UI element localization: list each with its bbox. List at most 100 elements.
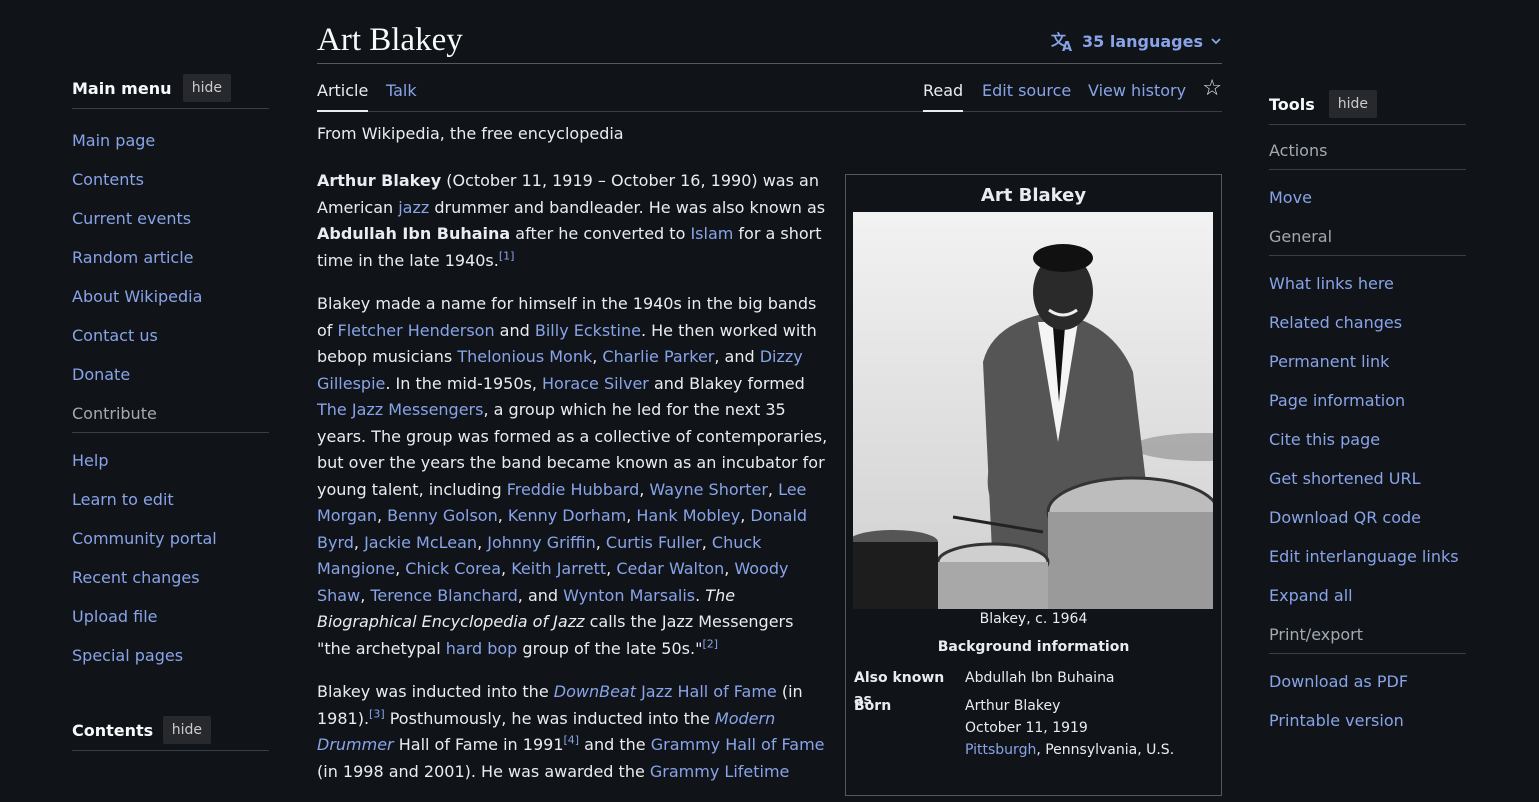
ref-2[interactable]: [2]	[702, 637, 718, 650]
contents-hide-button[interactable]: hide	[162, 716, 211, 744]
sidebar-item-contents[interactable]: Contents	[72, 160, 269, 199]
tab-view-history[interactable]: View history	[1088, 78, 1186, 110]
link-hard-bop[interactable]: hard bop	[446, 639, 518, 658]
sidebar-group-contribute: Contribute	[72, 396, 269, 433]
link-jazz-messengers[interactable]: The Jazz Messengers	[317, 400, 483, 419]
sidebar-item-learn-to-edit[interactable]: Learn to edit	[72, 480, 269, 519]
tools-item-what-links-here[interactable]: What links here	[1269, 264, 1466, 303]
sidebar-item-contact[interactable]: Contact us	[72, 316, 269, 355]
watch-star-icon[interactable]: ☆	[1202, 76, 1222, 101]
infobox-title: Art Blakey	[980, 185, 1087, 206]
sidebar-item-upload-file[interactable]: Upload file	[72, 597, 269, 636]
tools-item-qr-code[interactable]: Download QR code	[1269, 498, 1466, 537]
link-freddie-hubbard[interactable]: Freddie Hubbard	[507, 480, 640, 499]
link-wayne-shorter[interactable]: Wayne Shorter	[649, 480, 768, 499]
sidebar-item-random-article[interactable]: Random article	[72, 238, 269, 277]
tools-panel: Tools hide Actions Move General What lin…	[1269, 88, 1466, 740]
ref-4[interactable]: [4]	[564, 734, 580, 747]
link-terence-blanchard[interactable]: Terence Blanchard	[370, 586, 517, 605]
tools-item-shortened-url[interactable]: Get shortened URL	[1269, 459, 1466, 498]
ref-3[interactable]: [3]	[369, 707, 385, 720]
link-charlie-parker[interactable]: Charlie Parker	[602, 347, 714, 366]
sidebar-item-main-page[interactable]: Main page	[72, 121, 269, 160]
tools-header: Tools hide	[1269, 88, 1466, 125]
tab-edit-source[interactable]: Edit source	[982, 78, 1071, 110]
contents-title: Contents	[72, 720, 154, 740]
text: , Pennsylvania, U.S.	[1036, 742, 1175, 758]
text: (in 1998 and 2001). He was awarded the	[317, 761, 650, 781]
paragraph-1: Arthur Blakey (October 11, 1919 – Octobe…	[317, 168, 829, 274]
tools-hide-button[interactable]: hide	[1328, 90, 1378, 118]
chevron-down-icon	[1211, 38, 1221, 45]
main-menu-hide-button[interactable]: hide	[182, 74, 231, 102]
link-grammy-hall[interactable]: Grammy Hall of Fame	[651, 735, 825, 754]
text: , and	[517, 585, 564, 605]
tools-item-printable[interactable]: Printable version	[1269, 701, 1466, 740]
tools-group-print: Print/export	[1269, 617, 1466, 654]
tools-item-move[interactable]: Move	[1269, 178, 1466, 217]
language-button[interactable]: 文 A 35 languages	[1051, 30, 1222, 52]
contents-header: Contents hide	[72, 714, 269, 763]
ref-1[interactable]: [1]	[499, 249, 515, 262]
infobox-photo[interactable]	[853, 212, 1213, 609]
svg-text:A: A	[1062, 40, 1072, 52]
text: DownBeat	[553, 682, 636, 701]
tab-read[interactable]: Read	[923, 78, 964, 112]
paragraph-3: Blakey was inducted into the DownBeat Ja…	[317, 679, 829, 785]
link-islam[interactable]: Islam	[690, 224, 733, 243]
link-curtis-fuller[interactable]: Curtis Fuller	[606, 533, 702, 552]
text: and the	[579, 735, 651, 754]
link-fletcher-henderson[interactable]: Fletcher Henderson	[338, 321, 495, 340]
sidebar-item-donate[interactable]: Donate	[72, 355, 269, 394]
link-wynton-marsalis[interactable]: Wynton Marsalis	[563, 586, 695, 605]
main-menu-header: Main menu hide	[72, 72, 269, 109]
tools-group-actions: Actions	[1269, 133, 1466, 170]
link-pittsburgh[interactable]: Pittsburgh	[965, 742, 1036, 758]
main-menu-title: Main menu	[72, 78, 172, 98]
sidebar-item-help[interactable]: Help	[72, 441, 269, 480]
sidebar-item-recent-changes[interactable]: Recent changes	[72, 558, 269, 597]
tab-article[interactable]: Article	[317, 78, 369, 112]
text: Blakey was inducted into the	[317, 682, 554, 701]
tools-item-download-pdf[interactable]: Download as PDF	[1269, 662, 1466, 701]
link-horace-silver[interactable]: Horace Silver	[542, 374, 649, 393]
born-name: Arthur Blakey	[965, 698, 1061, 714]
tools-item-interlanguage[interactable]: Edit interlanguage links	[1269, 537, 1466, 576]
title-divider	[317, 63, 1222, 64]
tools-item-cite[interactable]: Cite this page	[1269, 420, 1466, 459]
tools-item-expand-all[interactable]: Expand all	[1269, 576, 1466, 615]
tools-item-related-changes[interactable]: Related changes	[1269, 303, 1466, 342]
sidebar-item-special-pages[interactable]: Special pages	[72, 636, 269, 675]
link-johnny-griffin[interactable]: Johnny Griffin	[487, 533, 596, 552]
link-jackie-mclean[interactable]: Jackie McLean	[364, 533, 477, 552]
text: and Blakey formed	[648, 373, 805, 393]
link-downbeat-hall[interactable]: DownBeat Jazz Hall of Fame	[554, 682, 777, 701]
tagline: From Wikipedia, the free encyclopedia	[317, 124, 624, 143]
link-thelonious-monk[interactable]: Thelonious Monk	[457, 347, 592, 366]
infobox-value: Arthur Blakey October 11, 1919 Pittsburg…	[965, 695, 1225, 761]
link-chick-corea[interactable]: Chick Corea	[405, 559, 501, 578]
infobox-label: Born	[854, 698, 892, 714]
link-kenny-dorham[interactable]: Kenny Dorham	[508, 506, 626, 525]
link-hank-mobley[interactable]: Hank Mobley	[636, 506, 740, 525]
link-keith-jarrett[interactable]: Keith Jarrett	[511, 559, 606, 578]
tools-item-page-information[interactable]: Page information	[1269, 381, 1466, 420]
sidebar-item-community-portal[interactable]: Community portal	[72, 519, 269, 558]
tools-group-general: General	[1269, 219, 1466, 256]
text: , and	[714, 347, 760, 366]
text: Jazz Hall of Fame	[635, 682, 777, 701]
text: Hall of Fame in 1991	[393, 735, 564, 754]
sidebar-item-about[interactable]: About Wikipedia	[72, 277, 269, 316]
tab-talk[interactable]: Talk	[386, 78, 417, 110]
tools-item-permanent-link[interactable]: Permanent link	[1269, 342, 1466, 381]
link-billy-eckstine[interactable]: Billy Eckstine	[535, 321, 641, 340]
paragraph-2: Blakey made a name for himself in the 19…	[317, 294, 828, 658]
sidebar-item-current-events[interactable]: Current events	[72, 199, 269, 238]
link-grammy-lifetime[interactable]: Grammy Lifetime	[650, 762, 790, 781]
link-jazz[interactable]: jazz	[398, 198, 429, 217]
link-cedar-walton[interactable]: Cedar Walton	[616, 559, 724, 578]
infobox-value: Abdullah Ibn Buhaina	[965, 670, 1115, 686]
text: after he converted to	[510, 224, 691, 243]
link-benny-golson[interactable]: Benny Golson	[387, 506, 498, 525]
bold-alias: Abdullah Ibn Buhaina	[317, 224, 511, 243]
